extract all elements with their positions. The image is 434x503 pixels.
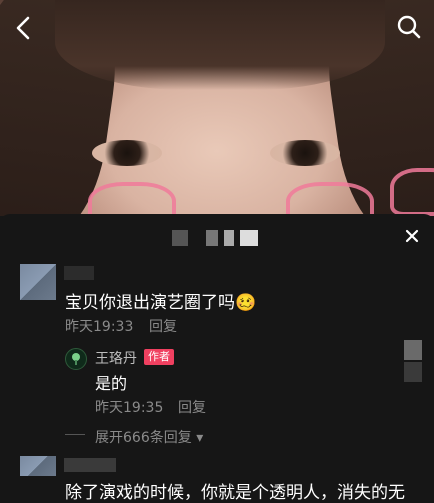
hair-bangs: [55, 0, 385, 90]
reply-text: 是的: [95, 374, 128, 393]
author-badge: 作者: [144, 349, 174, 365]
heart-sticker: [88, 182, 176, 216]
redacted-mosaic: [404, 362, 422, 382]
search-icon: [397, 15, 421, 39]
reply-button[interactable]: 回复: [178, 397, 206, 417]
avatar[interactable]: [20, 264, 56, 300]
comment-count-redacted: [172, 230, 258, 246]
close-button[interactable]: [400, 224, 424, 248]
search-button[interactable]: [396, 14, 422, 40]
right-eye: [270, 140, 340, 166]
comment-time: 昨天19:33: [65, 319, 134, 335]
panel-header: [0, 214, 434, 258]
redacted-mosaic: [404, 340, 422, 360]
tree-icon: [72, 353, 80, 365]
expand-replies-button[interactable]: 展开666条回复 ▾: [95, 427, 203, 447]
author-avatar[interactable]: [65, 348, 87, 370]
reply-button[interactable]: 回复: [149, 316, 177, 336]
expand-replies-label: 展开666条回复: [95, 430, 192, 446]
heart-sticker: [286, 182, 374, 216]
username-redacted[interactable]: [64, 266, 94, 280]
avatar[interactable]: [20, 456, 56, 476]
username-redacted[interactable]: [64, 458, 116, 472]
expand-divider: [65, 434, 85, 435]
author-name[interactable]: 王珞丹: [95, 348, 137, 368]
chevron-left-icon: [16, 16, 30, 40]
close-icon: [405, 229, 419, 243]
heart-sticker: [390, 168, 434, 216]
video-preview: [0, 0, 434, 216]
back-button[interactable]: [12, 14, 36, 42]
comment-text: 宝贝你退出演艺圈了吗🥴: [65, 293, 257, 313]
reply-time: 昨天19:35: [95, 400, 164, 416]
left-eye: [92, 140, 162, 166]
chevron-down-icon: ▾: [196, 430, 204, 446]
